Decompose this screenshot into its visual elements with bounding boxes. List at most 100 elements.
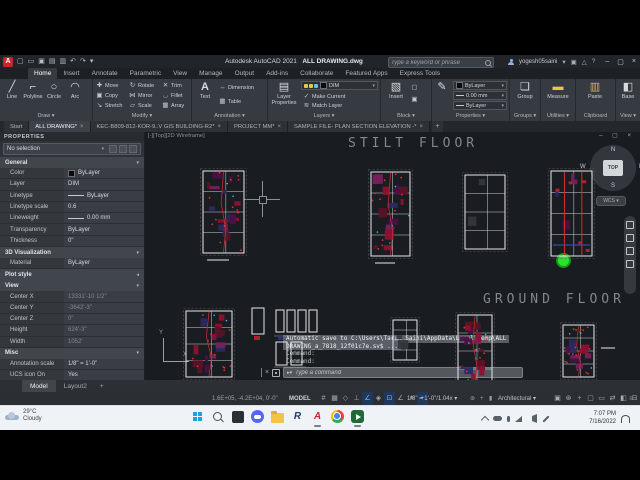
viewcube-south[interactable]: S (590, 183, 636, 189)
qat-dropdown-icon[interactable]: ▾ (90, 57, 94, 67)
annotation-plus-icon[interactable]: + (480, 392, 484, 405)
layer-combo[interactable]: DIM ▾ (301, 81, 378, 90)
adobe-r-app-icon[interactable]: R (290, 409, 305, 424)
property-value[interactable]: 0" (64, 235, 144, 247)
weather-widget[interactable]: 29°C Cloudy (5, 409, 42, 423)
palette-section-plot-style[interactable]: Plot style ◂ (0, 269, 144, 281)
circle-tool[interactable]: ○ Circle (43, 81, 65, 100)
property-row-linetype-scale[interactable]: Linetype scale 0.6 (0, 201, 144, 214)
hidden-icons-icon[interactable] (480, 415, 490, 424)
ribbon-tab-manage[interactable]: Manage (193, 68, 229, 79)
start-app-icon[interactable] (190, 409, 205, 424)
property-row-height[interactable]: Height 624'-3" (0, 325, 144, 337)
palette-title[interactable]: PROPERTIES (0, 132, 144, 141)
property-value[interactable]: 624'-3" (64, 325, 144, 336)
user-icon[interactable] (508, 58, 514, 65)
block-define-icon[interactable]: ▣ (411, 95, 418, 104)
help-search[interactable] (388, 57, 494, 68)
line-tool[interactable]: ╱ Line (1, 81, 23, 100)
property-value[interactable]: DIM (64, 179, 144, 190)
selection-dropdown-icon[interactable]: ▾ (101, 146, 104, 152)
panel-label-properties[interactable]: Properties ▾ (432, 112, 509, 121)
signed-in-user[interactable]: yogesh05saini (519, 59, 557, 65)
palette-section-misc[interactable]: Misc ▾ (0, 347, 144, 359)
pan-icon[interactable] (626, 221, 634, 229)
infer-constraints-icon[interactable]: ◇ (340, 392, 351, 405)
section-chevron-icon[interactable]: ▾ (136, 350, 139, 356)
property-value[interactable]: ByLayer (64, 168, 144, 179)
space-indicator[interactable]: MODEL (289, 392, 311, 405)
file-tab-sample-file-plan-section-elevation[interactable]: SAMPLE FILE- PLAN SECTION ELEVATION -* × (287, 121, 431, 132)
file-tab-kec-b809-812-kor-9-v-gis-building-r2[interactable]: KEC-B809-812-KOR-9..V GIS BUILDING-R2* × (90, 121, 228, 132)
ribbon-tab-featured-apps[interactable]: Featured Apps (339, 68, 393, 79)
property-value[interactable]: ByLayer (64, 258, 144, 269)
search-input[interactable] (391, 58, 483, 67)
panel-label-modify[interactable]: Modify ▾ (93, 112, 191, 121)
property-value[interactable]: ByLayer (64, 190, 144, 201)
property-row-center-z[interactable]: Center Z 0" (0, 313, 144, 326)
property-row-transparency[interactable]: Transparency ByLayer (0, 224, 144, 236)
property-value[interactable]: ByLayer (64, 224, 144, 235)
select-objects-icon[interactable] (119, 145, 127, 153)
minimize-icon[interactable]: – (605, 58, 609, 65)
alert-icon[interactable]: △ (582, 58, 587, 66)
property-row-lineweight[interactable]: Lineweight 0.00 mm (0, 213, 144, 225)
panel-label-draw[interactable]: Draw ▾ (0, 112, 92, 121)
taskbar-clock[interactable]: 7:07 PM 7/16/2022 (589, 411, 616, 426)
ribbon-tab-parametric[interactable]: Parametric (124, 68, 167, 79)
stretch-tool[interactable]: ↘ Stretch (96, 101, 123, 110)
paste-tool[interactable]: ▥ Paste (584, 81, 606, 100)
ribbon-tab-express-tools[interactable]: Express Tools (394, 68, 446, 79)
property-value[interactable]: Yes (64, 370, 144, 381)
search-icon[interactable] (485, 59, 491, 66)
orbit-icon[interactable] (626, 247, 634, 255)
autocad-app-icon[interactable]: A (310, 409, 325, 427)
grid-icon[interactable]: # (318, 392, 329, 405)
polar-tracking-icon[interactable]: ∠ (362, 392, 373, 405)
restore-icon[interactable]: ▢ (617, 58, 624, 66)
property-row-linetype[interactable]: Linetype ByLayer (0, 190, 144, 202)
isolate-objects-icon[interactable]: ▣ (552, 392, 563, 405)
gear-icon[interactable]: ⊛ (563, 392, 574, 405)
panel-label-utilities[interactable]: Utilities ▾ (541, 112, 575, 121)
ribbon-tab-insert[interactable]: Insert (57, 68, 85, 79)
autocad-logo-icon[interactable]: A (3, 56, 13, 67)
panel-label-clipboard[interactable]: Clipboard (576, 112, 615, 121)
file-tab-all-drawing[interactable]: ALL DRAWING* × (29, 121, 91, 132)
property-value[interactable]: 13331'-10 1/2" (64, 291, 144, 302)
selection-combo[interactable]: No selection ▾ (3, 143, 141, 155)
view-cube[interactable]: N S W E TOP (580, 145, 640, 191)
layer-dropdown-icon[interactable]: ▾ (372, 83, 375, 89)
save-as-icon[interactable]: ▤ (49, 57, 56, 67)
file-tab-start[interactable]: Start (4, 121, 30, 132)
account-dropdown-icon[interactable]: ▾ (562, 58, 565, 66)
property-row-center-y[interactable]: Center Y -3642'-3" (0, 302, 144, 314)
isolate-icon[interactable]: ▮ (489, 392, 492, 405)
panel-label-layers[interactable]: Layers ▾ (268, 112, 380, 121)
tab-layout2[interactable]: Layout2 (56, 380, 95, 392)
close-tab-icon[interactable]: × (420, 124, 424, 130)
ribbon-tab-annotate[interactable]: Annotate (86, 68, 124, 79)
text-tool[interactable]: A Text (194, 81, 216, 100)
isometric-drafting-icon[interactable]: ◈ (373, 392, 384, 405)
property-value[interactable]: 1052' (64, 336, 144, 347)
undo-icon[interactable]: ↶ (70, 57, 76, 67)
property-value[interactable]: 1/8" = 1'-0" (64, 358, 144, 370)
command-grip[interactable] (261, 368, 262, 377)
property-row-thickness[interactable]: Thickness 0" (0, 235, 144, 248)
insert-tool[interactable]: ▧ Insert (385, 81, 407, 100)
new-drawing-tab-icon[interactable]: + (432, 121, 444, 132)
match-properties-tool[interactable]: ✎ (432, 81, 452, 94)
plot-icon[interactable]: ▥ (60, 57, 67, 67)
viewcube-face-top[interactable]: TOP (603, 160, 623, 176)
wcs-button[interactable]: WCS ▾ (596, 196, 626, 206)
panel-label-annotation[interactable]: Annotation ▾ (192, 112, 267, 121)
snap-mode-icon[interactable]: ▦ (329, 392, 340, 405)
file-explorer-app-icon[interactable] (270, 409, 285, 424)
close-icon[interactable]: × (632, 58, 636, 65)
property-value[interactable]: 0.6 (64, 201, 144, 213)
network-icon[interactable] (515, 415, 522, 422)
new-icon[interactable]: ▢ (17, 57, 24, 67)
panel-label-view[interactable]: View ▾ (616, 112, 640, 121)
ribbon-tab-home[interactable]: Home (28, 68, 58, 79)
